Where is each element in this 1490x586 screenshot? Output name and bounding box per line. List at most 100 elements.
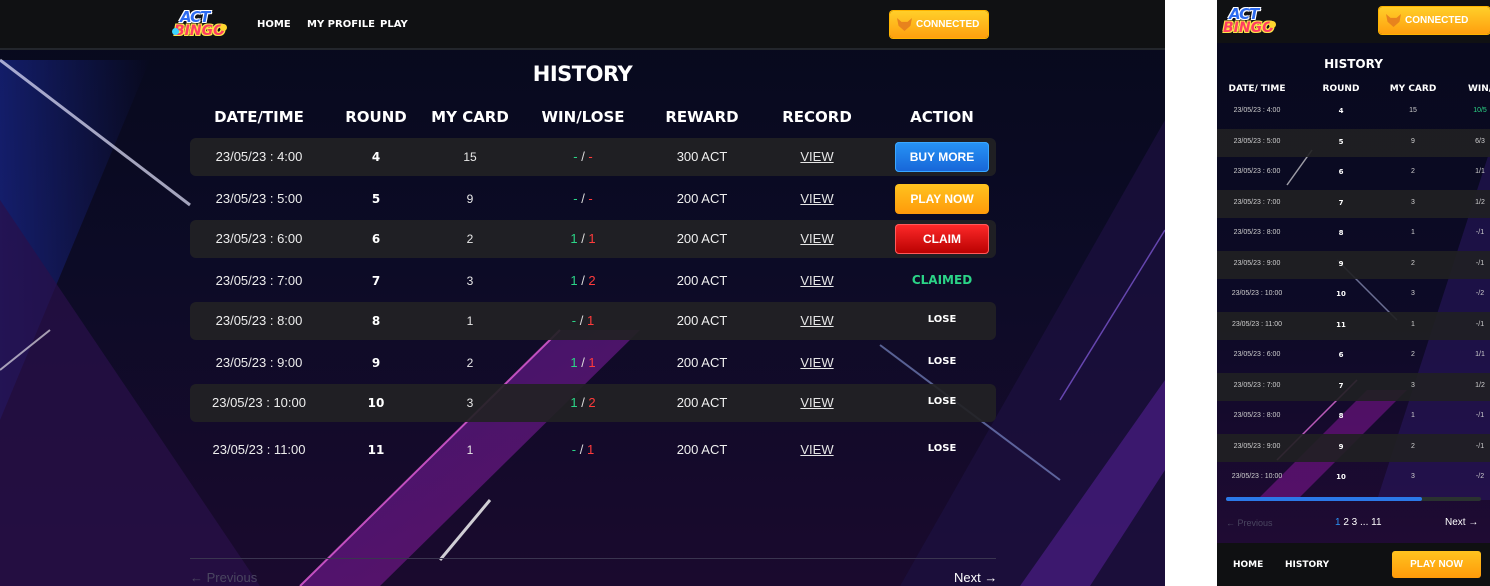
mobile-logo-text-bingo: BINGO (1223, 20, 1274, 36)
mobile-row-my-card: 1 (1411, 412, 1415, 419)
buy-more-button[interactable]: BUY MORE (895, 142, 989, 172)
mobile-row-round: 8 (1338, 412, 1344, 420)
mobile-table-row: 23/05/23 : 11:00 11 1 -/1 (1217, 311, 1490, 340)
wallet-connected-button[interactable]: CONNECTED (890, 11, 988, 38)
mobile-wallet-connected-button[interactable]: CONNECTED (1379, 7, 1490, 34)
row-reward: 200 ACT (676, 313, 728, 328)
mobile-act-bingo-logo[interactable]: ACT BINGO (1221, 5, 1279, 41)
mobile-row-win-lose: 6/3 (1475, 137, 1485, 145)
mobile-row-round: 11 (1336, 320, 1346, 329)
row-my-card: 1 (466, 443, 474, 457)
row-view-record-link[interactable]: VIEW (800, 191, 833, 206)
nav-home[interactable]: HOME (257, 19, 291, 30)
nav-play[interactable]: PLAY (380, 19, 408, 30)
row-reward: 200 ACT (676, 273, 728, 288)
row-win-lose: 1 / 2 (570, 395, 595, 410)
row-date-time: 23/05/23 : 4:00 (215, 149, 303, 164)
row-round: 4 (371, 150, 381, 164)
mobile-row-round: 10 (1336, 473, 1346, 481)
mobile-table-row: 23/05/23 : 10:00 10 3 -/2 (1217, 464, 1490, 492)
col-my-card: MY CARD (431, 108, 509, 126)
col-win-lose: WIN/LOSE (541, 108, 625, 126)
mobile-row-date-time: 23/05/23 : 11:00 (1231, 320, 1283, 328)
row-view-record-link[interactable]: VIEW (800, 355, 833, 370)
mobile-view: ACT BINGO CONNECTED HISTORY DATE/ TIME R… (1217, 0, 1490, 586)
mobile-row-round: 5 (1338, 137, 1344, 146)
mobile-row-win-lose: 1/1 (1475, 168, 1485, 175)
lose-status: LOSE (927, 443, 957, 454)
mobile-table-row: 23/05/23 : 5:00 5 9 6/3 (1217, 128, 1490, 157)
table-row: 23/05/23 : 8:00 8 1- / 1 200 ACT VIEW LOSE (190, 302, 996, 340)
wallet-connected-label: CONNECTED (916, 19, 980, 30)
row-date-time: 23/05/23 : 9:00 (215, 355, 303, 370)
mobile-row-date-time: 23/05/23 : 10:00 (1231, 473, 1283, 480)
mobile-table-row: 23/05/23 : 9:00 9 2 -/1 (1217, 433, 1490, 462)
mobile-row-date-time: 23/05/23 : 6:00 (1233, 168, 1281, 175)
row-win-lose: 1 / 2 (570, 273, 595, 288)
row-my-card: 3 (466, 274, 474, 288)
next-page-link[interactable]: Next → (954, 570, 997, 585)
row-reward: 300 ACT (676, 149, 728, 164)
col-reward: REWARD (665, 108, 739, 126)
row-my-card: 15 (463, 150, 477, 164)
row-round: 5 (371, 192, 381, 206)
nav-my-profile[interactable]: MY PROFILE (307, 19, 375, 30)
mobile-row-win-lose: -/2 (1475, 473, 1485, 480)
mobile-row-my-card: 3 (1411, 473, 1415, 480)
row-reward: 200 ACT (676, 395, 728, 410)
mobile-wallet-connected-label: CONNECTED (1405, 15, 1469, 26)
row-date-time: 23/05/23 : 6:00 (215, 231, 303, 246)
mobile-row-round: 9 (1338, 259, 1344, 268)
row-round: 11 (367, 443, 385, 457)
win-lose-separator: / (577, 231, 589, 246)
row-win-lose: 1 / 1 (570, 355, 595, 370)
row-view-record-link[interactable]: VIEW (800, 313, 833, 328)
mobile-current-page[interactable]: 1 (1335, 517, 1341, 528)
row-my-card: 2 (466, 232, 474, 246)
mobile-nav-home[interactable]: HOME (1233, 560, 1263, 570)
mobile-row-round: 10 (1336, 290, 1346, 298)
row-view-record-link[interactable]: VIEW (800, 442, 833, 457)
mobile-scroll-progress[interactable] (1226, 497, 1481, 501)
mobile-table-row: 23/05/23 : 7:00 7 3 1/2 (1217, 372, 1490, 401)
previous-page-link[interactable]: ← Previous (190, 570, 257, 585)
mobile-nav-history[interactable]: HISTORY (1285, 560, 1329, 570)
mobile-previous-page-link[interactable]: ← Previous (1226, 518, 1273, 528)
row-view-record-link[interactable]: VIEW (800, 395, 833, 410)
play-now-button[interactable]: PLAY NOW (895, 184, 989, 214)
row-view-record-link[interactable]: VIEW (800, 149, 833, 164)
claim-button[interactable]: CLAIM (895, 224, 989, 254)
mobile-play-now-button[interactable]: PLAY NOW (1392, 551, 1481, 578)
mobile-col-win-lose: WIN/ (1467, 84, 1490, 94)
row-date-time: 23/05/23 : 10:00 (212, 395, 306, 410)
desktop-view: ACT BINGO HOME MY PROFILE PLAY CONNECTED… (0, 0, 1165, 586)
row-lose-count: 1 (586, 313, 595, 328)
mobile-row-date-time: 23/05/23 : 6:00 (1233, 351, 1281, 358)
row-view-record-link[interactable]: VIEW (800, 273, 833, 288)
mobile-col-my-card: MY CARD (1389, 84, 1437, 94)
win-lose-separator: / (576, 442, 587, 457)
table-row: 23/05/23 : 4:00 4 15 - / - 300 ACT VIEW BUY MO… (190, 138, 996, 176)
row-date-time: 23/05/23 : 11:00 (212, 442, 306, 457)
win-lose-separator: / (577, 273, 589, 288)
act-bingo-logo[interactable]: ACT BINGO (172, 8, 230, 44)
mobile-row-date-time: 23/05/23 : 8:00 (1233, 229, 1281, 236)
mobile-next-page-link[interactable]: Next → (1445, 517, 1478, 528)
row-round: 6 (371, 232, 381, 246)
mobile-col-date-time: DATE/ TIME (1228, 84, 1286, 94)
mobile-row-win-lose: -/1 (1475, 442, 1485, 450)
table-row: 23/05/23 : 11:00 11 1- / 1 200 ACT VIEW LOSE (190, 431, 996, 469)
mobile-row-round: 8 (1338, 229, 1344, 237)
row-round: 10 (367, 396, 385, 410)
claimed-status: CLAIMED (911, 273, 973, 287)
row-my-card: 9 (466, 192, 474, 206)
mobile-other-pages[interactable]: 2 3 ... 11 (1343, 517, 1381, 528)
win-lose-separator: / (577, 355, 589, 370)
row-round: 8 (371, 314, 381, 328)
mobile-page-title: HISTORY (1324, 57, 1383, 71)
mobile-row-win-lose: 1/1 (1475, 351, 1485, 358)
win-lose-separator: / (577, 149, 589, 164)
mobile-page-numbers[interactable]: 1 2 3 ... 11 (1335, 517, 1382, 528)
row-view-record-link[interactable]: VIEW (800, 231, 833, 246)
row-date-time: 23/05/23 : 8:00 (215, 313, 303, 328)
